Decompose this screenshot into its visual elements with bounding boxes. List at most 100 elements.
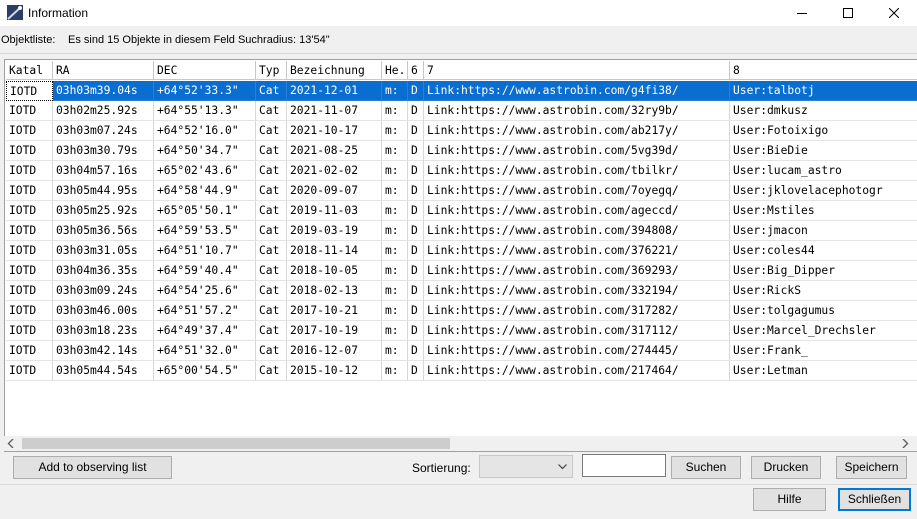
column-header-dec[interactable]: DEC [154,61,256,80]
table-cell-col6: D [408,141,424,161]
window-title: Information [28,6,89,20]
table-cell-he: m: [382,361,408,381]
table-row[interactable]: IOTD 03h05m25.92s +65°05'50.1" Cat 2019-11-0… [6,201,917,221]
table-cell-typ: Cat [256,221,287,241]
table-row[interactable]: IOTD 03h03m30.79s +64°50'34.7" Cat 2021-08-2… [6,141,917,161]
table-cell-bezeichnung: 2021-02-02 [287,161,382,181]
scrollbar-thumb[interactable] [22,438,450,449]
table-cell-col7: Link:https://www.astrobin.com/394808/ [424,221,730,241]
table-row[interactable]: IOTD 03h04m36.35s +64°59'40.4" Cat 2018-10-0… [6,261,917,281]
table-cell-katal: IOTD [6,161,53,181]
table-cell-col8: User:Letman [730,361,917,381]
table-cell-he: m: [382,341,408,361]
table-cell-typ: Cat [256,161,287,181]
column-header-typ[interactable]: Typ [256,61,287,80]
minimize-button[interactable] [779,0,825,26]
table-cell-he: m: [382,101,408,121]
column-header-col7[interactable]: 7 [424,61,730,80]
table-row[interactable]: IOTD 03h03m46.00s +64°51'57.2" Cat 2017-10-2… [6,301,917,321]
column-header-he[interactable]: He. [382,61,408,80]
table-cell-dec: +64°59'53.5" [154,221,256,241]
table-cell-col7: Link:https://www.astrobin.com/32ry9b/ [424,101,730,121]
add-to-observing-list-button[interactable]: Add to observing list [13,456,172,479]
save-button[interactable]: Speichern [836,456,907,479]
table-cell-bezeichnung: 2017-10-21 [287,301,382,321]
table-cell-col7: Link:https://www.astrobin.com/274445/ [424,341,730,361]
table-cell-col7: Link:https://www.astrobin.com/7oyegq/ [424,181,730,201]
table-cell-col6: D [408,201,424,221]
help-button[interactable]: Hilfe [753,488,826,511]
table-cell-col7: Link:https://www.astrobin.com/217464/ [424,361,730,381]
object-table[interactable]: Katal RA DEC Typ Bezeichnung He. 6 7 8 IOTD 03h03… [4,59,917,452]
table-cell-bezeichnung: 2021-12-01 [287,81,382,101]
maximize-button[interactable] [825,0,871,26]
table-cell-col8: User:Big_Dipper [730,261,917,281]
table-cell-dec: +64°51'32.0" [154,341,256,361]
table-row[interactable]: IOTD 03h05m44.54s +65°00'54.5" Cat 2015-10-1… [6,361,917,381]
column-header-bezeichnung[interactable]: Bezeichnung [287,61,382,80]
table-row[interactable]: IOTD 03h03m07.24s +64°52'16.0" Cat 2021-10-1… [6,121,917,141]
table-cell-col8: User:coles44 [730,241,917,261]
print-button[interactable]: Drucken [751,456,821,479]
table-cell-col6: D [408,101,424,121]
close-button[interactable]: Schließen [838,488,911,511]
table-cell-ra: 03h03m46.00s [53,301,154,321]
table-cell-dec: +64°51'57.2" [154,301,256,321]
table-cell-dec: +64°52'16.0" [154,121,256,141]
table-cell-bezeichnung: 2018-10-05 [287,261,382,281]
close-window-button[interactable] [871,0,917,26]
table-row[interactable]: IOTD 03h03m39.04s +64°52'33.3" Cat 2021-12-0… [6,81,917,101]
table-cell-bezeichnung: 2018-02-13 [287,281,382,301]
table-cell-ra: 03h03m30.79s [53,141,154,161]
table-cell-katal: IOTD [6,221,53,241]
table-cell-col8: User:jmacon [730,221,917,241]
info-bar: Objektliste: Es sind 15 Objekte in diese… [0,33,917,49]
table-cell-bezeichnung: 2020-09-07 [287,181,382,201]
table-cell-bezeichnung: 2017-10-19 [287,321,382,341]
table-row[interactable]: IOTD 03h04m57.16s +65°02'43.6" Cat 2021-02-0… [6,161,917,181]
table-cell-col8: User:dmkusz [730,101,917,121]
table-row[interactable]: IOTD 03h02m25.92s +64°55'13.3" Cat 2021-11-0… [6,101,917,121]
table-cell-he: m: [382,241,408,261]
table-cell-dec: +64°52'33.3" [154,81,256,101]
horizontal-scrollbar[interactable] [4,436,917,451]
search-button[interactable]: Suchen [671,456,741,479]
table-row[interactable]: IOTD 03h05m44.95s +64°58'44.9" Cat 2020-09-0… [6,181,917,201]
object-count-text: Es sind 15 Objekte in diesem Feld Suchra… [68,34,330,46]
column-header-ra[interactable]: RA [53,61,154,80]
table-cell-he: m: [382,201,408,221]
table-row[interactable]: IOTD 03h03m18.23s +64°49'37.4" Cat 2017-10-1… [6,321,917,341]
table-row[interactable]: IOTD 03h05m36.56s +64°59'53.5" Cat 2019-03-1… [6,221,917,241]
column-header-katal[interactable]: Katal [6,61,53,80]
table-cell-col8: User:lucam_astro [730,161,917,181]
table-cell-dec: +64°54'25.6" [154,281,256,301]
table-cell-bezeichnung: 2019-03-19 [287,221,382,241]
table-cell-he: m: [382,181,408,201]
table-cell-he: m: [382,81,408,101]
table-cell-bezeichnung: 2021-08-25 [287,141,382,161]
table-cell-col7: Link:https://www.astrobin.com/376221/ [424,241,730,261]
table-cell-col6: D [408,121,424,141]
table-row[interactable]: IOTD 03h03m31.05s +64°51'10.7" Cat 2018-11-1… [6,241,917,261]
table-cell-bezeichnung: 2021-11-07 [287,101,382,121]
table-cell-katal: IOTD [6,321,53,341]
table-row[interactable]: IOTD 03h03m09.24s +64°54'25.6" Cat 2018-02-1… [6,281,917,301]
table-cell-katal: IOTD [6,241,53,261]
table-row[interactable]: IOTD 03h03m42.14s +64°51'32.0" Cat 2016-12-0… [6,341,917,361]
table-cell-he: m: [382,141,408,161]
table-cell-dec: +65°05'50.1" [154,201,256,221]
table-cell-typ: Cat [256,121,287,141]
table-cell-katal: IOTD [6,261,53,281]
sort-select[interactable] [479,455,573,478]
object-list-label: Objektliste: [1,34,56,46]
table-cell-col6: D [408,261,424,281]
scroll-right-icon[interactable] [901,439,909,448]
table-cell-katal: IOTD [6,121,53,141]
column-header-col6[interactable]: 6 [408,61,424,80]
table-cell-ra: 03h03m09.24s [53,281,154,301]
comet-icon [7,5,23,20]
search-input[interactable] [582,454,666,477]
table-cell-dec: +65°02'43.6" [154,161,256,181]
column-header-col8[interactable]: 8 [730,61,917,80]
scroll-left-icon[interactable] [7,439,15,448]
